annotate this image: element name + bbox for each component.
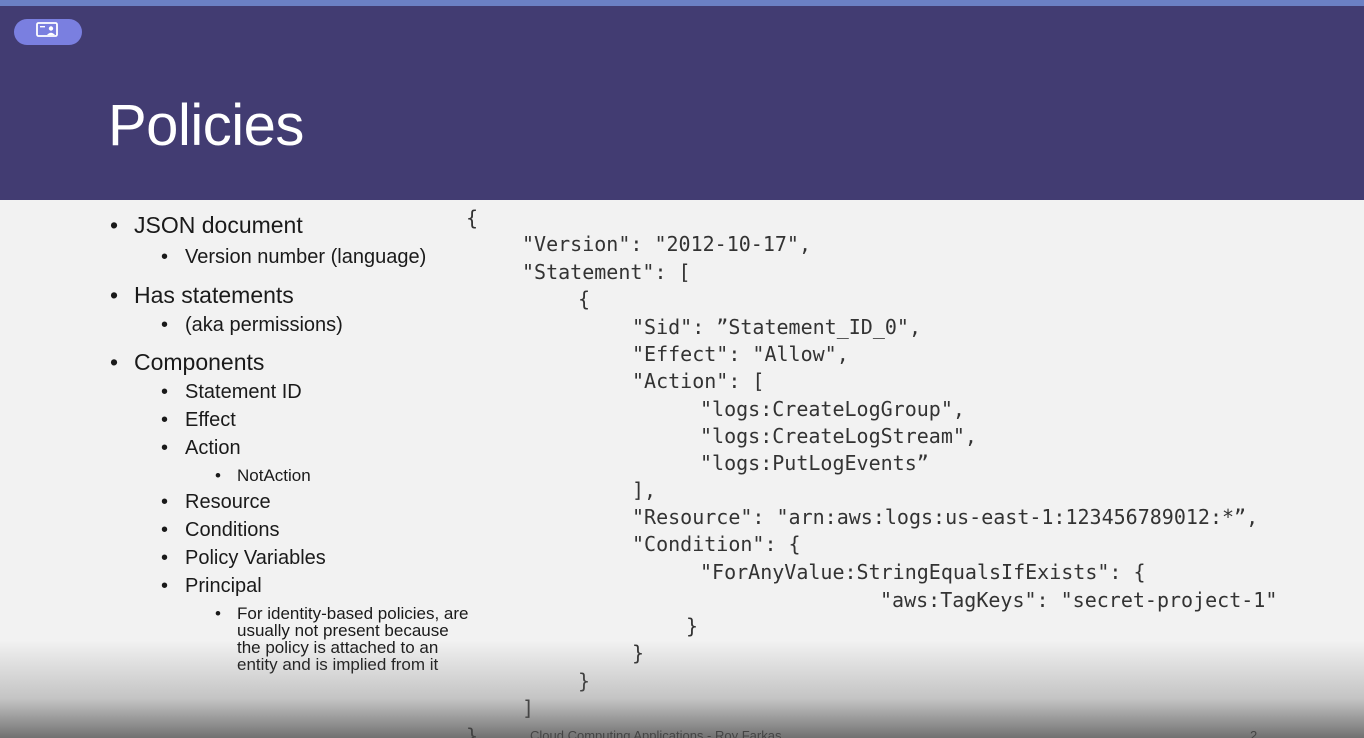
code-line: } (578, 669, 591, 693)
code-line: "logs:CreateLogGroup", (700, 397, 965, 421)
code-line: "Action": [ (632, 369, 765, 393)
bullet-effect: Effect (161, 409, 236, 432)
code-line: } (686, 614, 699, 638)
code-line: "Condition": { (632, 532, 801, 556)
bullet-policy-variables: Policy Variables (161, 547, 326, 570)
slide-title: Policies (108, 93, 304, 158)
code-line: { (578, 287, 591, 311)
code-line: "Statement": [ (522, 260, 691, 284)
presenter-view-button[interactable] (14, 19, 82, 45)
bullet-json-document: JSON document (110, 212, 303, 239)
code-line: "aws:TagKeys": "secret-project-1" (880, 588, 1278, 612)
bullet-conditions: Conditions (161, 519, 279, 542)
code-line: } (632, 641, 645, 665)
slide-footer: Cloud Computing Applications - Roy Farka… (530, 728, 782, 738)
code-line: "logs:PutLogEvents” (700, 451, 929, 475)
bullet-has-statements: Has statements (110, 282, 294, 309)
slide-header: Policies (0, 6, 1364, 200)
bullet-components: Components (110, 349, 264, 376)
bullet-statement-id: Statement ID (161, 381, 302, 404)
bullet-aka-permissions: (aka permissions) (161, 314, 343, 337)
bullet-not-action: NotAction (215, 466, 311, 486)
slide-page-number: 2 (1250, 728, 1258, 738)
code-line: "ForAnyValue:StringEqualsIfExists": { (700, 560, 1146, 584)
json-policy-code: { "Version": "2012-10-17", "Statement": … (0, 200, 1277, 738)
code-line: "Sid": ”Statement_ID_0", (632, 315, 921, 339)
code-line: "Version": "2012-10-17", (522, 232, 811, 256)
code-line: } (466, 724, 479, 738)
bullet-action: Action (161, 437, 240, 460)
bullet-principal: Principal (161, 575, 262, 598)
code-line: "Resource": "arn:aws:logs:us-east-1:1234… (632, 505, 1259, 529)
bullet-resource: Resource (161, 491, 271, 514)
code-line: { (466, 206, 479, 230)
bullet-version-number: Version number (language) (161, 246, 426, 269)
bullet-principal-note: For identity-based policies, are usually… (215, 605, 477, 673)
presenter-icon (35, 20, 61, 45)
code-line: "Effect": "Allow", (632, 342, 849, 366)
code-line: ], (632, 478, 657, 502)
slide-content: JSON document Version number (language) … (0, 200, 1364, 738)
code-line: "logs:CreateLogStream", (700, 424, 977, 448)
code-line: ] (522, 696, 535, 720)
